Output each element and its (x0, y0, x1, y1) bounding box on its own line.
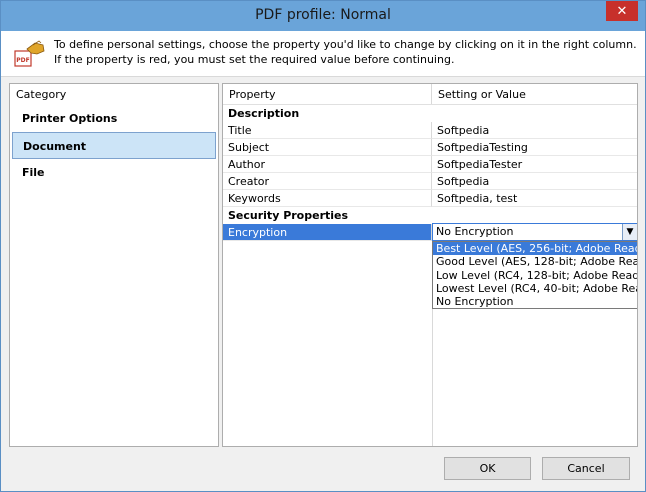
header-property[interactable]: Property (223, 84, 432, 104)
info-bar: PDF To define personal settings, choose … (1, 31, 645, 77)
category-item-document[interactable]: Document (12, 132, 216, 159)
property-name: Keywords (223, 190, 432, 207)
property-name: Author (223, 156, 432, 173)
ok-button[interactable]: OK (444, 457, 531, 480)
section-security-properties: Security Properties (228, 209, 349, 222)
dropdown-option[interactable]: Lowest Level (RC4, 40-bit; Adobe Reader … (433, 282, 637, 295)
property-row-keywords[interactable]: Keywords Softpedia, test (223, 190, 637, 207)
grid-header: Property Setting or Value (223, 84, 637, 105)
category-panel: Category Printer Options Document File (9, 83, 219, 447)
property-name: Title (223, 122, 432, 139)
property-row-subject[interactable]: Subject SoftpediaTesting (223, 139, 637, 156)
property-name: Subject (223, 139, 432, 156)
encryption-dropdown-list: Best Level (AES, 256-bit; Adobe Reader 9… (432, 241, 637, 309)
dropdown-option[interactable]: Low Level (RC4, 128-bit; Adobe Reader 5) (433, 269, 637, 282)
property-value[interactable]: Softpedia (432, 122, 637, 139)
property-name: Creator (223, 173, 432, 190)
property-value[interactable]: SoftpediaTester (432, 156, 637, 173)
encryption-combobox[interactable]: No Encryption ▼ (432, 223, 637, 241)
property-value[interactable]: Softpedia, test (432, 190, 637, 207)
close-icon: ✕ (616, 3, 628, 19)
pdf-icon-label: PDF (16, 57, 29, 64)
cancel-button[interactable]: Cancel (542, 457, 630, 480)
section-description: Description (228, 107, 300, 120)
header-value[interactable]: Setting or Value (432, 84, 637, 104)
info-text: To define personal settings, choose the … (54, 38, 637, 66)
category-header: Category (16, 88, 67, 101)
category-item-printer-options[interactable]: Printer Options (12, 105, 216, 132)
category-item-file[interactable]: File (12, 159, 216, 186)
property-grid-panel: Property Setting or Value Description Ti… (222, 83, 638, 447)
encryption-combobox-value: No Encryption (436, 225, 514, 238)
close-button[interactable]: ✕ (606, 1, 638, 21)
pdf-hand-icon: PDF (13, 39, 47, 69)
property-grid: Property Setting or Value Description Ti… (223, 84, 637, 446)
property-value[interactable]: SoftpediaTesting (432, 139, 637, 156)
window-title: PDF profile: Normal (255, 7, 391, 23)
dropdown-option[interactable]: Good Level (AES, 128-bit; Adobe Reader 7… (433, 255, 637, 268)
title-bar: PDF profile: Normal ✕ (1, 1, 645, 31)
property-row-author[interactable]: Author SoftpediaTester (223, 156, 637, 173)
chevron-down-icon[interactable]: ▼ (622, 224, 637, 240)
property-name: Encryption (223, 224, 432, 241)
dropdown-option[interactable]: Best Level (AES, 256-bit; Adobe Reader 9… (433, 242, 637, 256)
property-row-creator[interactable]: Creator Softpedia (223, 173, 637, 190)
property-value[interactable]: Softpedia (432, 173, 637, 190)
dropdown-option[interactable]: No Encryption (433, 295, 637, 308)
property-row-title[interactable]: Title Softpedia (223, 122, 637, 139)
pdf-profile-dialog: PDF profile: Normal ✕ PDF To define pers… (0, 0, 646, 492)
dialog-footer: OK Cancel (1, 449, 645, 491)
